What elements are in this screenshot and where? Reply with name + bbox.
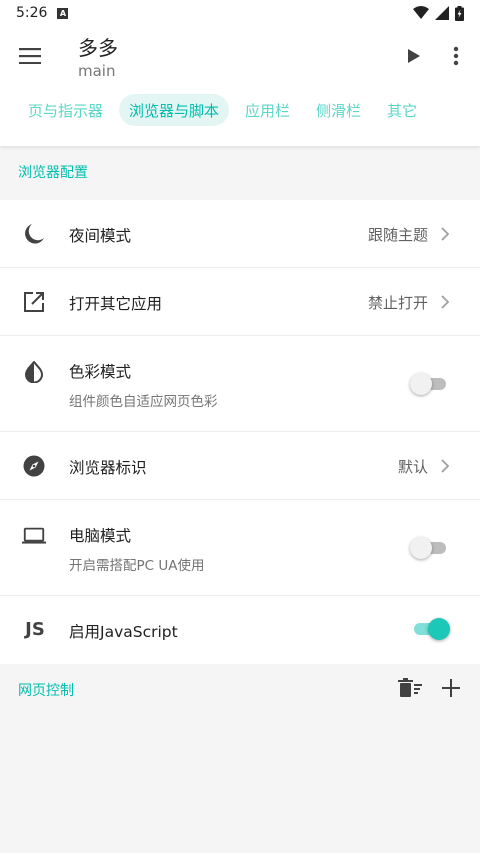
open-other-app-value: 禁止打开 [367,294,428,312]
chevron-right-icon [438,459,452,473]
open-external-icon [22,290,46,314]
app-subtitle: main [78,62,116,80]
app-title: 多多 [78,36,118,60]
tab-pages-indicators[interactable]: 页与指示器 [18,94,113,126]
setting-open-other-app[interactable]: 打开其它应用 禁止打开 [0,268,480,336]
javascript-label: 启用JavaScript [69,623,178,641]
clear-list-button[interactable] [398,678,422,702]
setting-javascript[interactable]: JS 启用JavaScript [0,596,480,664]
moon-icon [22,222,46,246]
color-mode-label: 色彩模式 [69,363,132,381]
plus-icon [442,679,460,697]
open-other-app-label: 打开其它应用 [69,295,163,313]
setting-night-mode[interactable]: 夜间模式 跟随主题 [0,200,480,268]
chevron-right-icon [438,295,452,309]
more-options-button[interactable] [440,40,472,72]
more-vert-icon [453,46,459,66]
chevron-right-icon [438,227,452,241]
notification-icon: A [57,7,69,19]
setting-color-mode[interactable]: 色彩模式 组件颜色自适应网页色彩 [0,336,480,432]
status-bar: 5:26 A [0,0,480,26]
menu-button[interactable] [14,40,46,72]
hamburger-icon [19,48,41,64]
section-title: 浏览器配置 [18,165,88,181]
javascript-switch[interactable] [412,617,450,641]
javascript-icon: JS [25,618,45,640]
color-mode-description: 组件颜色自适应网页色彩 [69,394,218,410]
delete-sweep-icon [398,678,422,697]
run-button[interactable] [398,40,430,72]
desktop-mode-description: 开启需搭配PC UA使用 [69,558,205,574]
browser-ua-label: 浏览器标识 [69,459,147,477]
laptop-icon [22,524,46,548]
desktop-mode-label: 电脑模式 [69,527,132,545]
tab-browser-scripts[interactable]: 浏览器与脚本 [119,94,230,126]
status-time: 5:26 [16,5,48,21]
play-icon [408,49,420,63]
battery-icon [455,5,464,21]
app-bar: 多多 main 页与指示器 浏览器与脚本 应用栏 侧滑栏 其它 [0,26,480,146]
status-icons [413,5,464,21]
night-mode-value: 跟随主题 [367,226,428,244]
section-browser-config: 浏览器配置 [0,146,480,198]
wifi-icon [413,6,429,19]
desktop-mode-switch[interactable] [410,536,448,560]
tab-app-bar[interactable]: 应用栏 [235,94,300,126]
signal-icon [435,6,449,20]
setting-browser-ua[interactable]: 浏览器标识 默认 [0,432,480,500]
tab-other[interactable]: 其它 [377,94,427,126]
tab-bar: 页与指示器 浏览器与脚本 应用栏 侧滑栏 其它 [18,94,433,126]
night-mode-label: 夜间模式 [69,227,132,245]
color-mode-switch[interactable] [410,372,448,396]
tab-drawer[interactable]: 侧滑栏 [306,94,371,126]
browser-ua-value: 默认 [397,458,428,476]
add-button[interactable] [442,679,460,701]
compass-icon [22,454,46,478]
contrast-icon [22,360,46,384]
section-title: 网页控制 [18,683,74,699]
web-control-actions [398,678,460,702]
setting-desktop-mode[interactable]: 电脑模式 开启需搭配PC UA使用 [0,500,480,596]
